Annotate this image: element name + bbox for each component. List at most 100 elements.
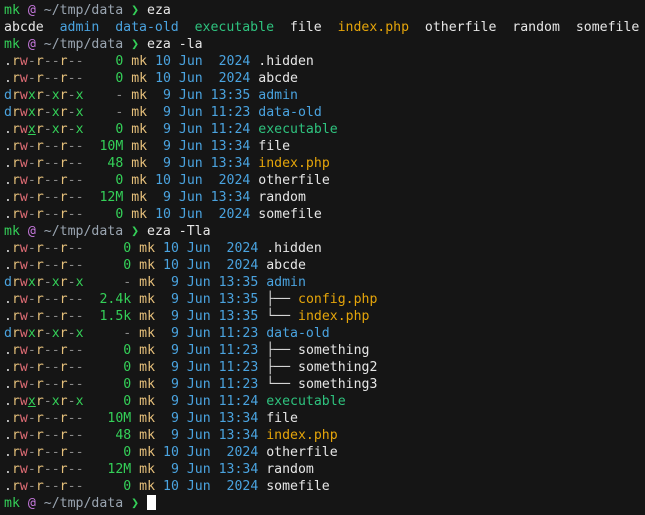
terminal-window[interactable]: mk @ ~/tmp/data ❯ eza abcde admin data-ol… — [0, 0, 645, 515]
permissions: .rw-r--r-- — [4, 428, 84, 443]
file-date: 9 Jun 13:34 — [163, 428, 259, 443]
permissions: .rw-r--r-- — [4, 139, 84, 154]
file-date: 9 Jun 11:23 — [163, 360, 259, 375]
prompt-arrow-icon: ❯ — [131, 37, 140, 52]
file-entry[interactable]: something — [298, 343, 369, 358]
file-entry[interactable]: file — [258, 139, 290, 154]
file-size: 0 — [123, 377, 132, 392]
listing-row: .rw-r--r-- 0 mk 9 Jun 11:23 ├── somethin… — [4, 342, 641, 359]
listing-row: .rw-r--r-- 0 mk 10 Jun 2024 abcde — [4, 70, 641, 87]
file-size: 48 — [115, 428, 132, 443]
prompt-path: ~/tmp/data — [43, 3, 124, 18]
listing-row: .rw-r--r-- 10M mk 9 Jun 13:34 file — [4, 138, 641, 155]
file-entry[interactable]: data-old — [266, 326, 330, 341]
permissions: .rw-r--r-- — [4, 411, 84, 426]
file-owner: mk — [131, 207, 148, 222]
file-entry[interactable]: executable — [258, 122, 337, 137]
file-size: 0 — [123, 394, 132, 409]
file-entry[interactable]: abcde — [258, 71, 298, 86]
file-owner: mk — [139, 258, 156, 273]
file-date: 9 Jun 11:23 — [163, 377, 259, 392]
file-entry[interactable]: random — [512, 20, 560, 35]
file-entry[interactable]: executable — [195, 20, 274, 35]
file-date: 9 Jun 13:35 — [155, 88, 251, 103]
file-entry[interactable]: otherfile — [258, 173, 329, 188]
permissions: .rw-r--r-- — [4, 445, 84, 460]
tree-branch: └── — [266, 377, 298, 392]
permissions: .rw-r--r-- — [4, 54, 84, 69]
prompt-user: mk — [4, 37, 20, 52]
listing-row: .rw-r--r-- 12M mk 9 Jun 13:34 random — [4, 189, 641, 206]
listing-row: drwxr-xr-x - mk 9 Jun 13:35 admin — [4, 274, 641, 291]
file-date: 9 Jun 13:34 — [163, 462, 259, 477]
listing-row: drwxr-xr-x - mk 9 Jun 11:23 data-old — [4, 104, 641, 121]
file-owner: mk — [131, 156, 148, 171]
file-owner: mk — [139, 462, 156, 477]
prompt-line: mk @ ~/tmp/data ❯ eza -Tla — [4, 223, 641, 240]
file-date: 9 Jun 11:24 — [155, 122, 251, 137]
file-size: 0 — [123, 343, 132, 358]
file-entry[interactable]: file — [266, 411, 298, 426]
file-entry[interactable]: admin — [258, 88, 298, 103]
file-date: 9 Jun 13:35 — [163, 309, 259, 324]
permissions: .rw-r--r-- — [4, 190, 84, 205]
file-size: 0 — [115, 71, 124, 86]
prompt-arrow-icon: ❯ — [131, 224, 140, 239]
command-text: eza -Tla — [147, 224, 211, 239]
listing-row: .rw-r--r-- 0 mk 10 Jun 2024 otherfile — [4, 444, 641, 461]
file-entry[interactable]: index.php — [258, 156, 329, 171]
tree-branch: ├── — [266, 343, 298, 358]
permissions: drwxr-xr-x — [4, 326, 84, 341]
file-entry[interactable]: otherfile — [266, 445, 337, 460]
permissions: drwxr-xr-x — [4, 105, 84, 120]
file-entry[interactable]: abcde — [266, 258, 306, 273]
permissions: .rw-r--r-- — [4, 309, 84, 324]
file-entry[interactable]: index.php — [298, 309, 369, 324]
file-entry[interactable]: otherfile — [425, 20, 496, 35]
file-entry[interactable]: somefile — [576, 20, 640, 35]
permissions: .rw-r--r-- — [4, 258, 84, 273]
file-entry[interactable]: index.php — [266, 428, 337, 443]
file-size: 12M — [107, 462, 132, 477]
prompt-at-icon: @ — [27, 3, 36, 18]
file-owner: mk — [131, 190, 148, 205]
file-entry[interactable]: .hidden — [258, 54, 314, 69]
prompt-path: ~/tmp/data — [43, 224, 124, 239]
prompt-user: mk — [4, 224, 20, 239]
file-owner: mk — [139, 479, 156, 494]
file-size: - — [115, 105, 124, 120]
file-entry[interactable]: data-old — [258, 105, 322, 120]
file-entry[interactable]: .hidden — [266, 241, 322, 256]
terminal-cursor — [147, 495, 157, 510]
file-entry[interactable]: somefile — [266, 479, 330, 494]
file-entry[interactable]: admin — [60, 20, 100, 35]
file-entry[interactable]: somefile — [258, 207, 322, 222]
file-entry[interactable]: index.php — [338, 20, 409, 35]
file-owner: mk — [139, 360, 156, 375]
file-entry[interactable]: admin — [266, 275, 306, 290]
file-size: 0 — [123, 258, 132, 273]
file-entry[interactable]: config.php — [298, 292, 377, 307]
listing-row: .rw-r--r-- 0 mk 10 Jun 2024 abcde — [4, 257, 641, 274]
file-owner: mk — [139, 411, 156, 426]
file-entry[interactable]: random — [266, 462, 314, 477]
file-entry[interactable]: abcde — [4, 20, 44, 35]
permissions: .rw-r--r-- — [4, 292, 84, 307]
prompt-path: ~/tmp/data — [43, 496, 124, 511]
file-entry[interactable]: something3 — [298, 377, 377, 392]
permissions: .rw-r--r-- — [4, 156, 84, 171]
file-owner: mk — [139, 428, 156, 443]
permissions: .rw-r--r-- — [4, 71, 84, 86]
file-size: 0 — [123, 445, 132, 460]
file-date: 9 Jun 13:35 — [163, 292, 259, 307]
file-entry[interactable]: executable — [266, 394, 345, 409]
file-owner: mk — [139, 377, 156, 392]
file-entry[interactable]: file — [290, 20, 322, 35]
file-owner: mk — [131, 54, 148, 69]
prompt-line: mk @ ~/tmp/data ❯ eza — [4, 2, 641, 19]
permissions: .rw-r--r-- — [4, 479, 84, 494]
permissions: .rwxr-xr-x — [4, 122, 84, 137]
file-entry[interactable]: something2 — [298, 360, 377, 375]
file-entry[interactable]: random — [258, 190, 306, 205]
file-entry[interactable]: data-old — [115, 20, 179, 35]
